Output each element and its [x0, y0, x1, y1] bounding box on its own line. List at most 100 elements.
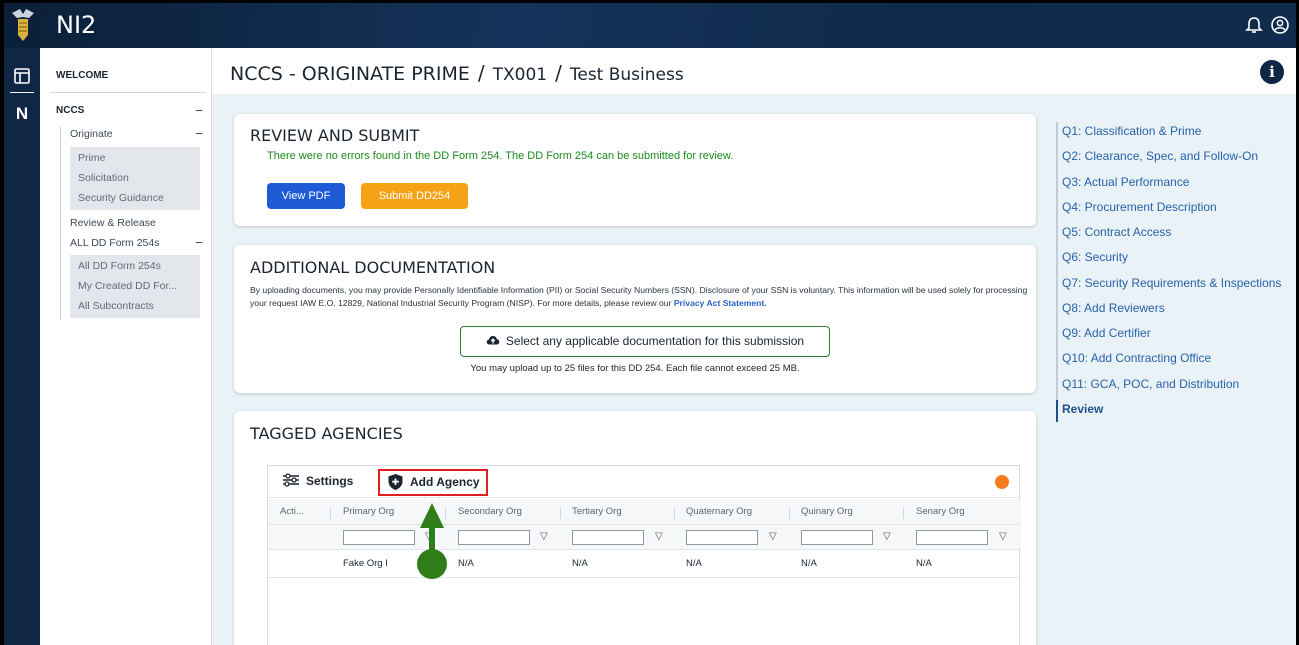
filter-primary-input[interactable]	[343, 530, 415, 545]
cell-secondary: N/A	[458, 558, 474, 569]
filter-icon[interactable]: ▽	[883, 531, 891, 542]
upload-label: Select any applicable documentation for …	[505, 334, 805, 348]
breadcrumb-contract-id[interactable]: TX001	[493, 65, 547, 85]
docs-disclaimer: By uploading documents, you may provide …	[250, 284, 1040, 310]
app-title: NI2	[56, 11, 97, 39]
column-header-primary[interactable]: Primary Org	[343, 506, 394, 517]
filter-icon[interactable]: ▽	[999, 531, 1007, 542]
toc-item-q6[interactable]: Q6: Security	[1062, 250, 1128, 264]
submit-dd254-button[interactable]: Submit DD254	[361, 183, 468, 209]
review-heading: REVIEW AND SUBMIT	[250, 126, 420, 145]
upload-button[interactable]: Select any applicable documentation for …	[460, 326, 830, 357]
table-row[interactable]: Fake Org I N/A N/A N/A N/A N/A	[268, 550, 1021, 578]
sidebar-welcome[interactable]: WELCOME	[56, 70, 108, 81]
column-separator	[789, 507, 790, 519]
sidebar-tree-line	[60, 127, 61, 320]
page-title-text: NCCS - ORIGINATE PRIME	[230, 63, 470, 85]
filter-tertiary-input[interactable]	[572, 530, 644, 545]
forms-submenu: All DD Form 254s My Created DD For... Al…	[70, 255, 200, 318]
agencies-grid: Settings Add Agency Acti... Primary Org	[267, 465, 1021, 645]
column-separator	[674, 507, 675, 519]
column-separator	[903, 507, 904, 519]
column-header-quaternary[interactable]: Quaternary Org	[686, 506, 752, 517]
column-header-senary[interactable]: Senary Org	[916, 506, 965, 517]
sidebar-item-all-forms[interactable]: ALL DD Form 254s	[70, 237, 159, 249]
additional-docs-card: ADDITIONAL DOCUMENTATION By uploading do…	[234, 245, 1036, 393]
column-header-actions[interactable]: Acti...	[280, 506, 304, 517]
tagged-agencies-card: TAGGED AGENCIES Settings Add Agency Acti…	[234, 411, 1036, 645]
filter-quinary-input[interactable]	[801, 530, 873, 545]
toc-item-q8[interactable]: Q8: Add Reviewers	[1062, 301, 1165, 315]
sidebar-item-security-guidance[interactable]: Security Guidance	[78, 192, 164, 204]
toc-item-q1[interactable]: Q1: Classification & Prime	[1062, 124, 1201, 138]
collapse-nccs-icon[interactable]: −	[195, 103, 203, 118]
column-header-quinary[interactable]: Quinary Org	[801, 506, 853, 517]
cell-senary: N/A	[916, 558, 932, 569]
grid-filter-row: ▽ ▽ ▽ ▽ ▽ ▽	[268, 525, 1021, 550]
sidebar-item-originate[interactable]: Originate	[70, 128, 113, 140]
filter-quaternary-input[interactable]	[686, 530, 758, 545]
docs-disclaimer-text: By uploading documents, you may provide …	[250, 285, 1028, 308]
filter-icon[interactable]: ▽	[425, 531, 433, 542]
column-separator	[560, 507, 561, 519]
review-submit-card: REVIEW AND SUBMIT There were no errors f…	[234, 114, 1036, 226]
toc-item-q11[interactable]: Q11: GCA, POC, and Distribution	[1062, 377, 1239, 391]
sidebar-item-my-created[interactable]: My Created DD For...	[78, 280, 177, 292]
collapse-originate-icon[interactable]: −	[195, 126, 203, 141]
filter-senary-input[interactable]	[916, 530, 988, 545]
settings-button[interactable]: Settings	[282, 473, 353, 488]
info-icon[interactable]: i	[1260, 60, 1284, 84]
question-nav-indicator	[1056, 400, 1058, 422]
bell-icon[interactable]	[1244, 15, 1264, 35]
agencies-heading: TAGGED AGENCIES	[250, 424, 403, 443]
toc-item-q7[interactable]: Q7: Security Requirements & Inspections	[1062, 276, 1281, 290]
settings-label: Settings	[306, 474, 354, 488]
sidebar-item-solicitation[interactable]: Solicitation	[78, 172, 129, 184]
view-pdf-button[interactable]: View PDF	[267, 183, 345, 209]
breadcrumb-separator: /	[477, 61, 485, 85]
cell-quinary: N/A	[801, 558, 817, 569]
toc-item-q10[interactable]: Q10: Add Contracting Office	[1062, 351, 1211, 365]
sidebar-section-nccs[interactable]: NCCS	[56, 105, 84, 116]
sidebar-item-all-subcontracts[interactable]: All Subcontracts	[78, 300, 154, 312]
cell-quaternary: N/A	[686, 558, 702, 569]
collapse-forms-icon[interactable]: −	[195, 235, 203, 250]
grid-header-row: Acti... Primary Org Secondary Org Tertia…	[268, 499, 1021, 525]
sidebar-item-all-dd-forms[interactable]: All DD Form 254s	[78, 260, 161, 272]
app-window: NI2 N WELCOME NCCS − Originate − Prime S…	[4, 3, 1296, 645]
filter-icon[interactable]: ▽	[769, 531, 777, 542]
toc-item-q2[interactable]: Q2: Clearance, Spec, and Follow-On	[1062, 149, 1258, 163]
toc-item-review[interactable]: Review	[1062, 402, 1103, 416]
sidebar-item-prime[interactable]: Prime	[78, 152, 105, 164]
validation-message: There were no errors found in the DD For…	[267, 150, 734, 162]
sidebar-divider	[50, 92, 206, 93]
breadcrumb-separator: /	[555, 61, 562, 85]
bookmark-badge-icon[interactable]	[995, 475, 1009, 489]
left-rail: N	[4, 48, 40, 645]
add-agency-button[interactable]: Add Agency	[378, 469, 488, 496]
filter-icon[interactable]: ▽	[540, 531, 548, 542]
toc-item-q3[interactable]: Q3: Actual Performance	[1062, 175, 1189, 189]
column-header-secondary[interactable]: Secondary Org	[458, 506, 522, 517]
privacy-act-link[interactable]: Privacy Act Statement.	[674, 298, 767, 308]
filter-icon[interactable]: ▽	[655, 531, 663, 542]
sliders-icon	[283, 473, 299, 487]
grid-toolbar: Settings Add Agency	[268, 466, 1021, 498]
question-nav: Q1: Classification & Prime Q2: Clearance…	[1056, 122, 1296, 432]
toc-item-q5[interactable]: Q5: Contract Access	[1062, 225, 1171, 239]
filter-secondary-input[interactable]	[458, 530, 530, 545]
sidebar: WELCOME NCCS − Originate − Prime Solicit…	[40, 48, 212, 645]
question-nav-track	[1056, 122, 1058, 422]
breadcrumb-business[interactable]: Test Business	[570, 65, 684, 85]
user-account-icon[interactable]	[1270, 15, 1290, 35]
upload-note: You may upload up to 25 files for this D…	[470, 363, 800, 374]
sidebar-item-review-release[interactable]: Review & Release	[70, 217, 156, 229]
dashboard-icon[interactable]	[12, 66, 32, 86]
toc-item-q4[interactable]: Q4: Procurement Description	[1062, 200, 1217, 214]
column-separator	[330, 507, 331, 519]
toc-item-q9[interactable]: Q9: Add Certifier	[1062, 326, 1151, 340]
column-header-tertiary[interactable]: Tertiary Org	[572, 506, 622, 517]
rail-n-label[interactable]: N	[12, 104, 32, 124]
column-separator	[445, 507, 446, 519]
cell-primary: Fake Org I	[343, 558, 388, 569]
